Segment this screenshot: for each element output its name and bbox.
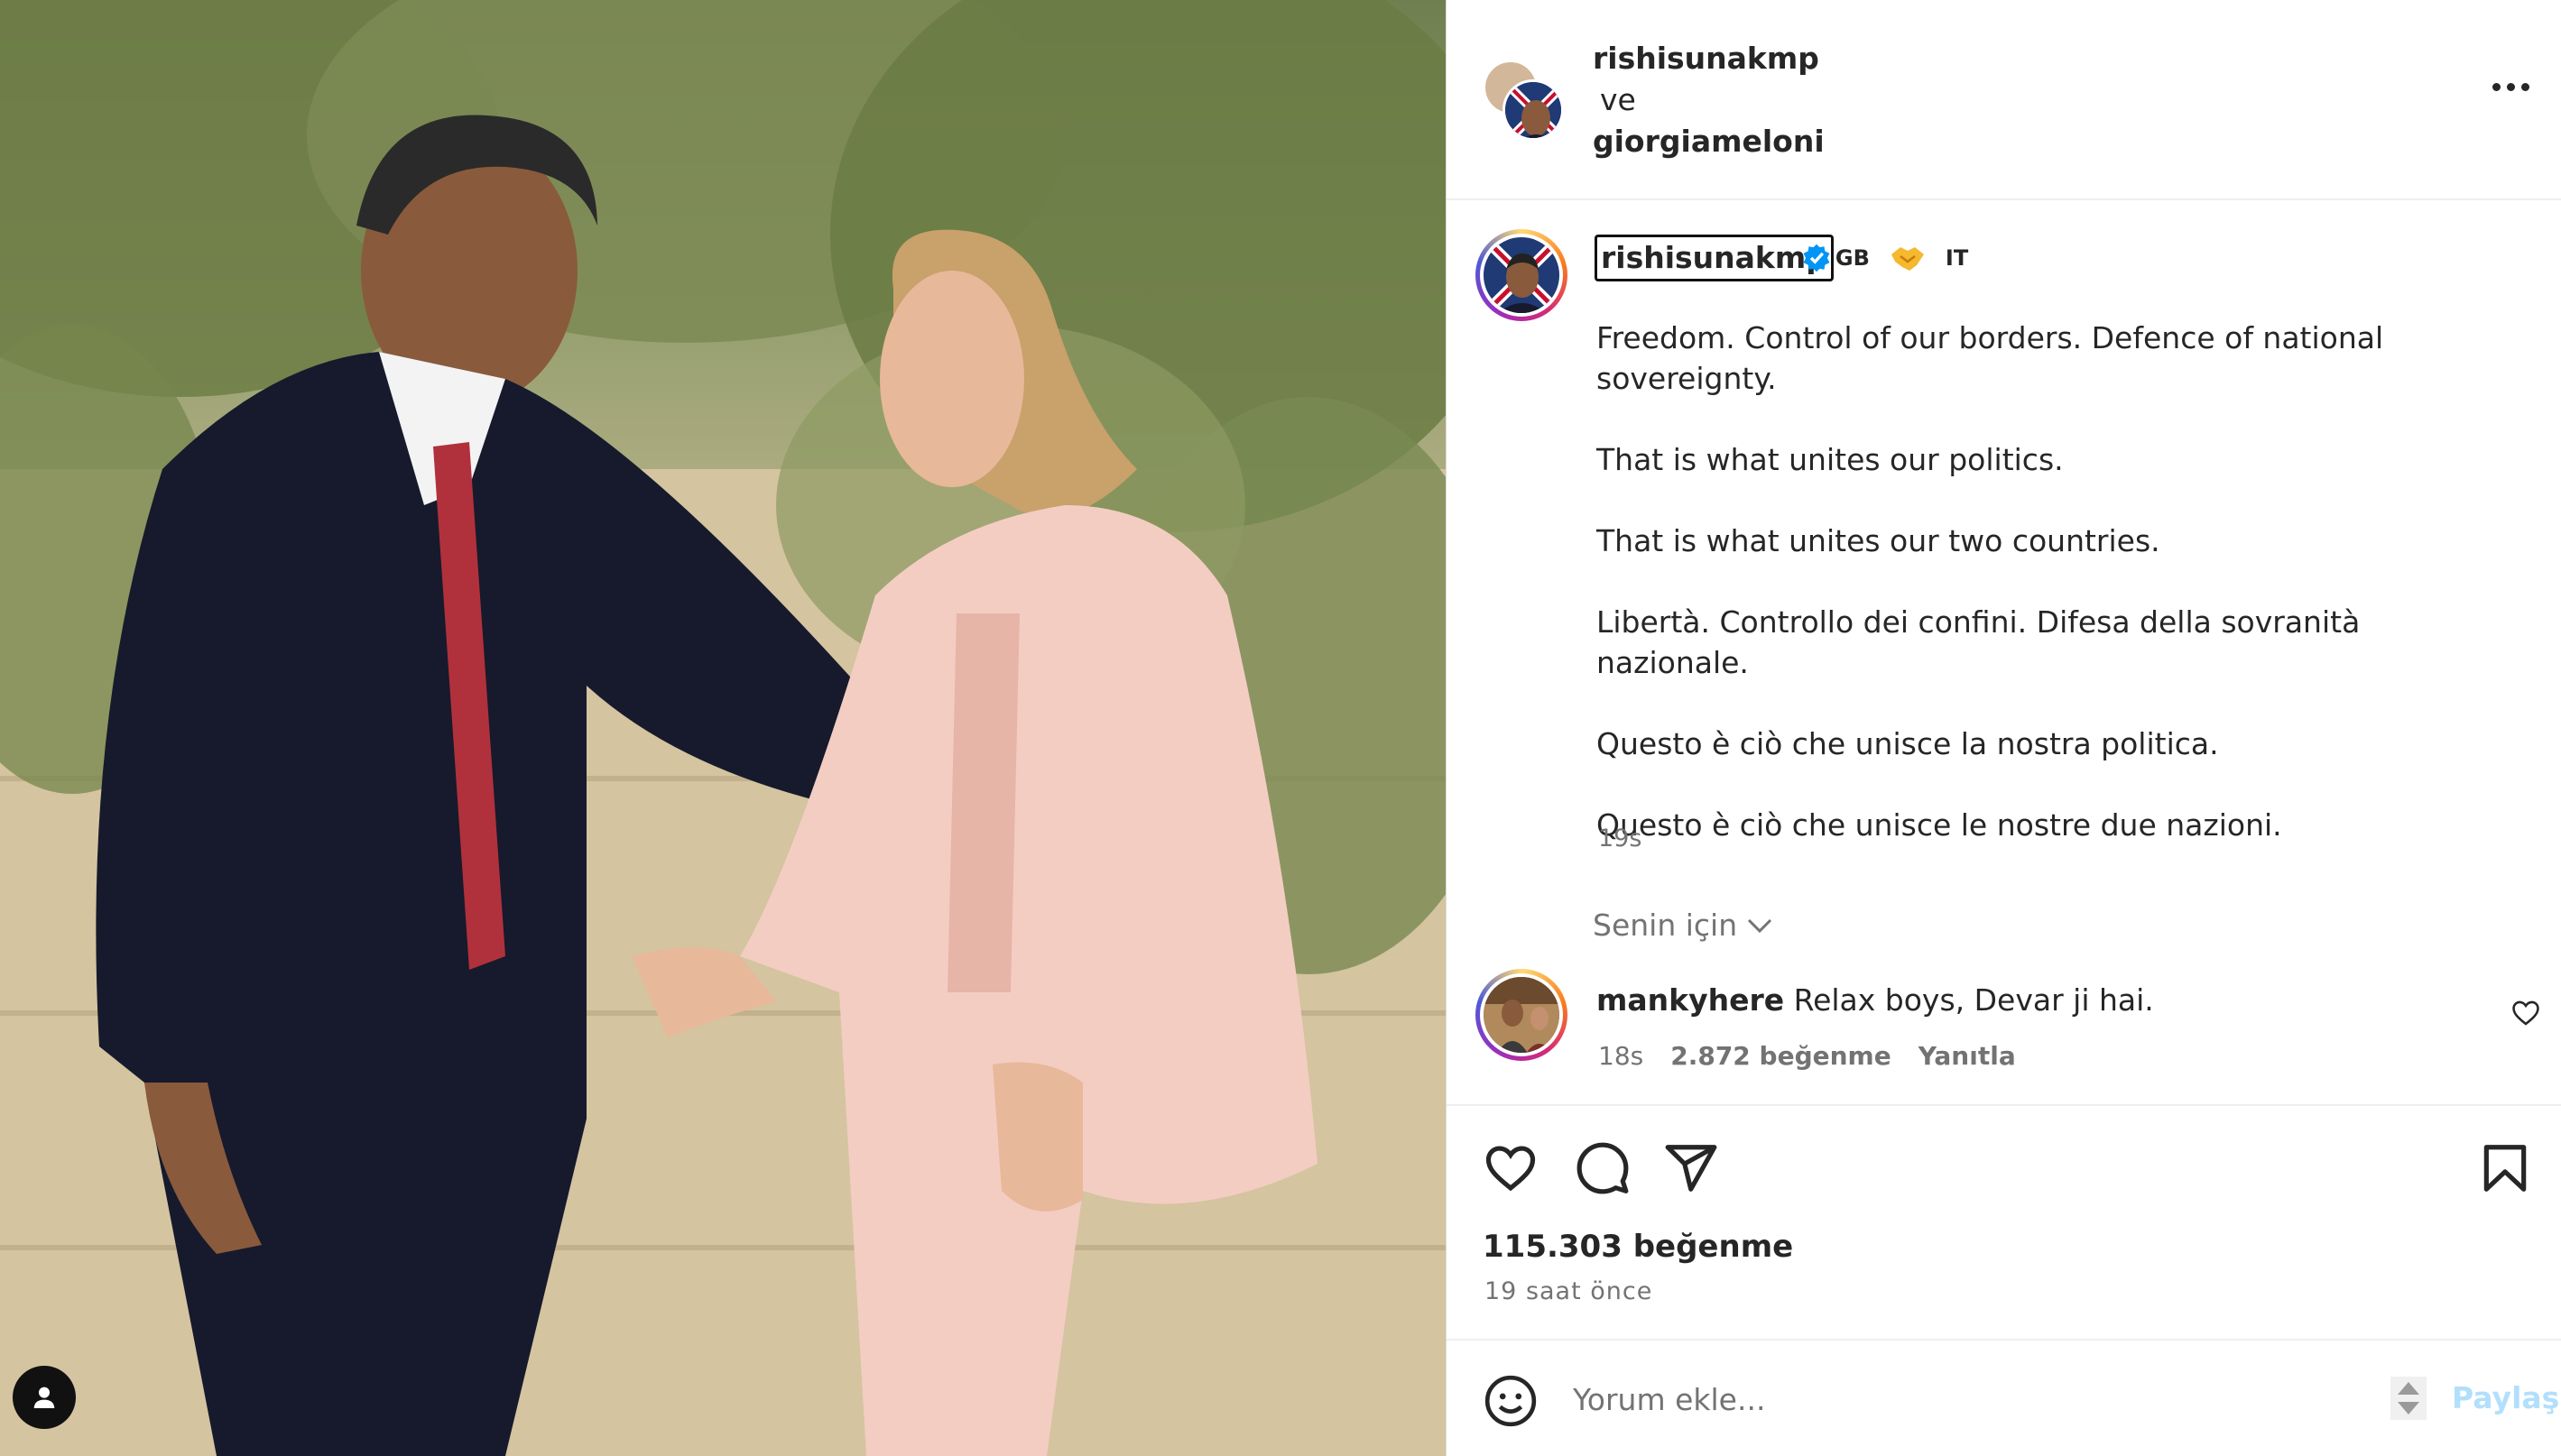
caption-avatar[interactable] <box>1475 229 1567 321</box>
bookmark-save-icon[interactable] <box>2477 1140 2533 1196</box>
comment-meta: 18s 2.872 beğenme Yanıtla <box>1598 1041 2016 1071</box>
post-actions: 115.303 beğenme 19 saat önce <box>1447 1104 2561 1339</box>
post-timestamp[interactable]: 19 saat önce <box>1484 1277 1652 1305</box>
collab-avatars[interactable] <box>1483 60 1569 146</box>
post-header: rishisunakmp ve giorgiameloni <box>1447 0 2561 200</box>
for-you-dropdown[interactable]: Senin için <box>1593 908 1773 943</box>
stepper-arrows-icon[interactable] <box>2390 1377 2427 1420</box>
more-options-icon[interactable] <box>2492 83 2529 91</box>
comment-body: Relax boys, Devar ji hai. <box>1793 982 2154 1018</box>
avatar-image <box>1484 237 1559 313</box>
comment-avatar[interactable] <box>1475 969 1567 1061</box>
comment-bubble-icon[interactable] <box>1575 1140 1631 1196</box>
caption-timestamp[interactable]: 19s <box>1598 825 1641 852</box>
header-username-2[interactable]: giorgiameloni <box>1593 121 1825 162</box>
comment-input[interactable] <box>1573 1368 2367 1431</box>
comment-username[interactable]: mankyhere <box>1596 982 1784 1018</box>
caption-paragraph: Freedom. Control of our borders. Defence… <box>1596 320 2384 396</box>
tagged-users-button[interactable] <box>13 1366 76 1429</box>
header-conjunction: ve <box>1600 82 1636 117</box>
caption-text: Freedom. Control of our borders. Defence… <box>1596 318 2517 886</box>
caption-paragraph: That is what unites our politics. <box>1596 442 2064 477</box>
avatar-rishisunakmp[interactable] <box>1502 79 1564 141</box>
post-side-panel: rishisunakmp ve giorgiameloni rishisunak… <box>1446 0 2561 1456</box>
chevron-down-icon <box>1748 918 1772 933</box>
avatar-image <box>1505 82 1561 138</box>
like-heart-icon[interactable] <box>1483 1140 1539 1196</box>
avatar-image <box>1484 977 1559 1053</box>
add-comment-bar: Paylaş <box>1447 1339 2561 1456</box>
photo-scene <box>0 0 1446 1456</box>
handshake-icon <box>1891 247 1924 271</box>
flag-gb: GB <box>1835 245 1870 271</box>
verified-badge-icon <box>1803 244 1830 272</box>
post-likes-count[interactable]: 115.303 beğenme <box>1483 1229 1793 1265</box>
comment-text: mankyhere Relax boys, Devar ji hai. <box>1596 980 2154 1021</box>
post-photo[interactable] <box>0 0 1446 1456</box>
comment-likes[interactable]: 2.872 beğenme <box>1670 1041 1891 1071</box>
emoji-icon[interactable] <box>1483 1373 1539 1429</box>
person-icon <box>33 1387 55 1408</box>
caption-user-line: rishisunakmp GB IT <box>1595 235 1968 281</box>
caption-paragraph: Libertà. Controllo dei confini. Difesa d… <box>1596 604 2361 680</box>
flag-it: IT <box>1945 245 1969 271</box>
for-you-label: Senin için <box>1593 908 1738 943</box>
comment-reply-button[interactable]: Yanıtla <box>1918 1041 2016 1071</box>
caption-username[interactable]: rishisunakmp <box>1595 235 1834 281</box>
comment-like-heart-icon[interactable] <box>2510 998 2541 1028</box>
share-send-icon[interactable] <box>1663 1140 1719 1196</box>
header-username-1[interactable]: rishisunakmp <box>1593 38 1825 79</box>
caption-paragraph: That is what unites our two countries. <box>1596 523 2160 558</box>
comment-time[interactable]: 18s <box>1598 1041 1643 1071</box>
caption-paragraph: Questo è ciò che unisce la nostra politi… <box>1596 726 2219 761</box>
collab-names: rishisunakmp ve giorgiameloni <box>1593 38 1825 162</box>
caption-paragraph: Questo è ciò che unisce le nostre due na… <box>1596 807 2282 843</box>
post-comment-button[interactable]: Paylaş <box>2452 1380 2559 1415</box>
